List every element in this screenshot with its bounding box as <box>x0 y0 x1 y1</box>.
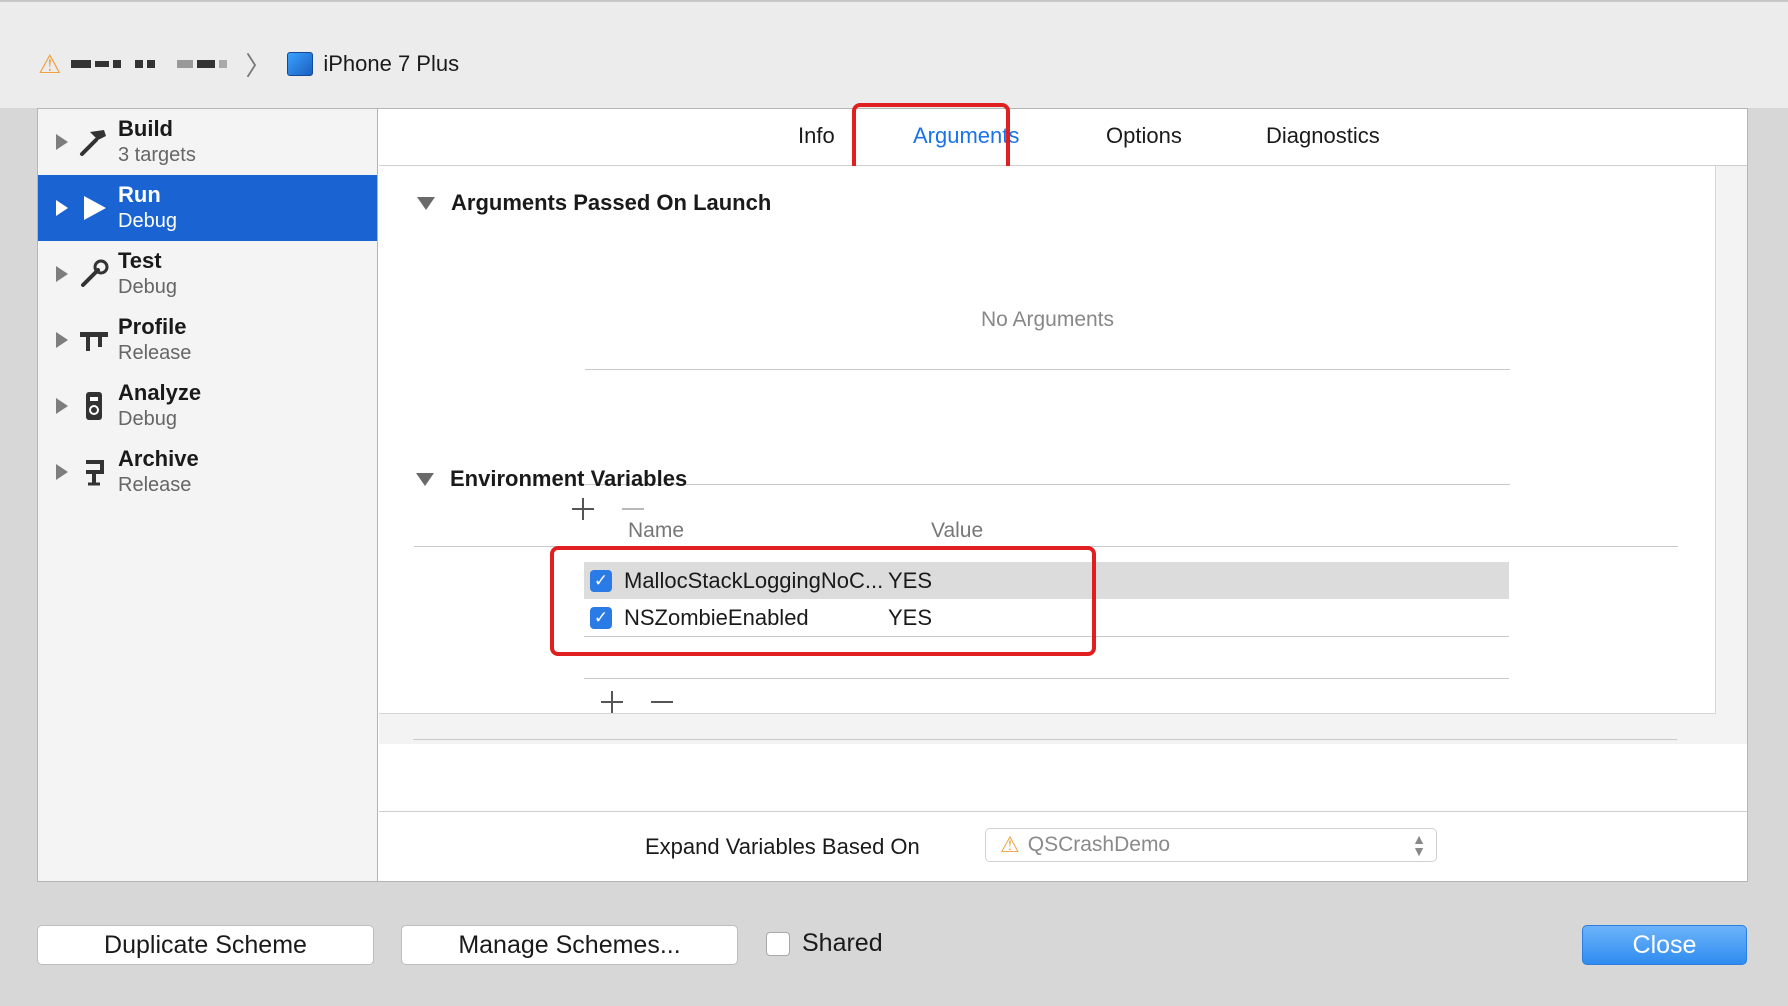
env-name: NSZombieEnabled <box>624 604 809 630</box>
sidebar-item-build[interactable]: Build 3 targets <box>38 109 377 175</box>
env-value: YES <box>888 567 933 593</box>
add-env-button[interactable] <box>600 690 624 714</box>
sidebar-item-archive[interactable]: Archive Release <box>38 439 377 505</box>
expand-variables-label: Expand Variables Based On <box>645 834 920 859</box>
env-variables-section: Environment Variables Name Value ✓ Mallo… <box>378 165 1715 713</box>
sidebar-item-title: Analyze <box>118 380 202 405</box>
sidebar-item-subtitle: Release <box>118 474 192 496</box>
wrench-icon <box>78 258 110 290</box>
checkbox-checked-icon[interactable]: ✓ <box>590 606 612 629</box>
sidebar-item-subtitle: Debug <box>118 408 177 430</box>
analyze-icon <box>78 390 110 422</box>
breadcrumb-chevron-icon: 〉 <box>245 50 272 81</box>
device-name[interactable]: iPhone 7 Plus <box>323 51 459 77</box>
expand-variables-popup[interactable]: ⚠ QSCrashDemo ▲ ▼ <box>985 828 1437 862</box>
scheme-toolbar: ⚠ 〉 iPhone 7 Plus <box>0 0 1788 108</box>
sidebar-item-title: Profile <box>118 314 187 339</box>
sidebar-item-subtitle: Debug <box>118 210 177 232</box>
breadcrumb[interactable]: ⚠ 〉 iPhone 7 Plus <box>38 46 459 82</box>
sidebar-item-profile[interactable]: Profile Release <box>38 307 377 373</box>
env-row[interactable]: ✓ NSZombieEnabled YES <box>584 599 1509 636</box>
section-divider <box>413 739 1677 740</box>
shared-checkbox-group[interactable]: Shared <box>766 929 883 958</box>
disclosure-triangle-icon[interactable] <box>56 332 68 348</box>
sidebar-item-subtitle: Release <box>118 342 192 364</box>
xcode-app-icon: ⚠ <box>38 48 62 79</box>
device-icon <box>287 52 314 76</box>
caliper-icon <box>78 324 110 356</box>
disclosure-triangle-icon[interactable] <box>56 200 68 216</box>
play-icon <box>78 192 110 224</box>
section-title: Environment Variables <box>450 466 688 491</box>
disclosure-triangle-icon[interactable] <box>56 134 68 150</box>
column-header-value[interactable]: Value <box>931 519 983 543</box>
column-header-name[interactable]: Name <box>628 519 684 543</box>
expand-variables-value: QSCrashDemo <box>1027 833 1171 856</box>
env-add-remove <box>600 690 674 714</box>
sidebar-item-title: Archive <box>118 446 199 471</box>
tab-info[interactable]: Info <box>798 123 835 149</box>
sidebar-item-test[interactable]: Test Debug <box>38 241 377 307</box>
expand-variables-bar: Expand Variables Based On ⚠ QSCrashDemo … <box>379 811 1747 881</box>
divider <box>584 678 1509 679</box>
sidebar-item-subtitle: 3 targets <box>118 144 196 166</box>
tab-bar: Info Arguments Options Diagnostics <box>379 103 1747 179</box>
tab-options[interactable]: Options <box>1106 123 1182 149</box>
disclosure-triangle-icon[interactable] <box>56 398 68 414</box>
sidebar-item-subtitle: Debug <box>118 276 177 298</box>
env-name: MallocStackLoggingNoC... <box>624 567 884 593</box>
sidebar-item-title: Build <box>118 116 173 141</box>
sidebar-item-run[interactable]: Run Debug <box>38 175 377 241</box>
scheme-action-sidebar: Build 3 targets Run Debug Test Debug Pro… <box>38 109 378 881</box>
remove-env-button[interactable] <box>650 690 674 714</box>
manage-schemes-button[interactable]: Manage Schemes... <box>401 925 738 965</box>
sidebar-item-title: Test <box>118 248 162 273</box>
checkbox-checked-icon[interactable]: ✓ <box>590 569 612 592</box>
xcode-app-icon: ⚠ <box>1000 832 1020 857</box>
tab-arguments[interactable]: Arguments <box>913 123 1019 149</box>
tab-diagnostics[interactable]: Diagnostics <box>1266 123 1380 149</box>
close-button[interactable]: Close <box>1582 925 1747 965</box>
env-section-title-row[interactable]: Environment Variables <box>416 466 687 492</box>
duplicate-scheme-button[interactable]: Duplicate Scheme <box>37 925 374 965</box>
hammer-icon <box>78 126 110 158</box>
disclosure-triangle-icon[interactable] <box>416 472 434 486</box>
shared-label: Shared <box>802 929 883 957</box>
redacted-project-name <box>71 60 228 68</box>
shared-checkbox[interactable] <box>766 931 790 956</box>
archive-icon <box>78 456 110 488</box>
disclosure-triangle-icon[interactable] <box>56 464 68 480</box>
env-row[interactable]: ✓ MallocStackLoggingNoC... YES <box>584 562 1509 599</box>
disclosure-triangle-icon[interactable] <box>56 266 68 282</box>
popup-arrows-icon: ▲ ▼ <box>1412 831 1426 859</box>
divider <box>584 636 1509 637</box>
sidebar-item-analyze[interactable]: Analyze Debug <box>38 373 377 439</box>
sidebar-item-title: Run <box>118 182 161 207</box>
env-value: YES <box>888 604 933 630</box>
